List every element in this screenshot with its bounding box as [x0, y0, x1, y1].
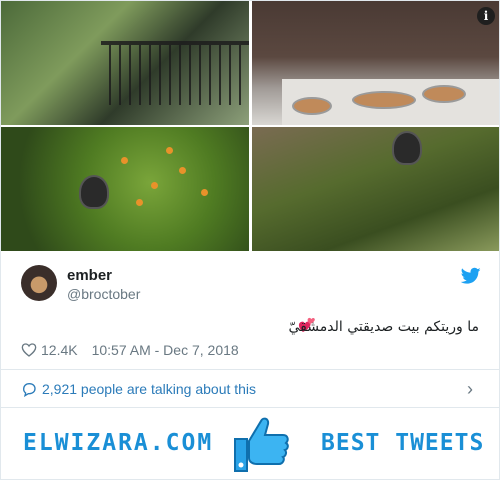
twitter-bird-icon[interactable]	[461, 267, 481, 285]
user-name[interactable]: ember	[67, 267, 112, 284]
food-dish	[292, 97, 332, 115]
user-handle[interactable]: @broctober	[67, 286, 140, 302]
orange-fruit	[136, 199, 143, 206]
photo-balcony[interactable]	[1, 1, 249, 125]
info-icon[interactable]: i	[477, 7, 495, 25]
timestamp[interactable]: 10:57 AM - Dec 7, 2018	[92, 342, 239, 358]
tweet-header: ember @broctober	[21, 265, 481, 309]
balcony-railing	[101, 41, 249, 105]
photo-grid: i	[1, 1, 499, 251]
divider	[1, 369, 499, 370]
conversation-text: 2,921 people are talking about this	[42, 381, 257, 397]
food-dish	[352, 91, 416, 109]
orange-fruit	[179, 167, 186, 174]
chevron-right-icon[interactable]: ›	[467, 379, 473, 400]
tweet-meta: 12.4K 10:57 AM - Dec 7, 2018	[21, 342, 239, 358]
photo-dining-table[interactable]	[252, 1, 499, 125]
comment-icon	[22, 382, 36, 397]
heart-icon[interactable]	[21, 342, 37, 358]
orange-fruit	[121, 157, 128, 164]
tweet-text: ما وريتكم بيت صديقتي الدمشقيّ	[288, 319, 479, 335]
conversation-link[interactable]: 2,921 people are talking about this	[21, 381, 256, 397]
avatar[interactable]	[21, 265, 57, 301]
tagline: BEST TWEETS	[321, 430, 485, 456]
food-dish	[422, 85, 466, 103]
orange-fruit	[151, 182, 158, 189]
orange-fruit	[201, 189, 208, 196]
lantern	[79, 175, 109, 209]
lantern	[392, 131, 422, 165]
photo-orange-tree[interactable]	[1, 127, 249, 251]
orange-fruit	[166, 147, 173, 154]
site-name: ELWIZARA.COM	[23, 430, 214, 456]
watermark-banner: ELWIZARA.COM BEST TWEETS	[1, 408, 499, 479]
like-count[interactable]: 12.4K	[41, 342, 78, 358]
embedded-tweet-card: i ember @broctober ما وريتكم بيت صديقتي …	[0, 0, 500, 480]
photo-courtyard[interactable]	[252, 127, 499, 251]
thumbs-up-icon	[234, 417, 289, 472]
